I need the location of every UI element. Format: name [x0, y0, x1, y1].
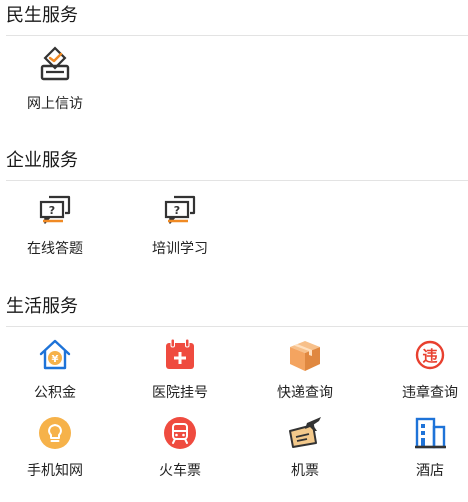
service-item-online-quiz[interactable]: ? 在线答题	[0, 191, 110, 259]
service-label: 网上信访	[27, 96, 83, 112]
service-item-violation-query[interactable]: 违 违章查询	[375, 335, 468, 403]
vote-box-icon	[35, 46, 75, 86]
section-divider	[6, 35, 468, 36]
section-title: 民生服务	[6, 5, 78, 26]
service-label: 违章查询	[402, 385, 458, 401]
service-label: 手机知网	[27, 463, 83, 479]
hotel-building-icon	[410, 413, 450, 453]
service-item-training[interactable]: ? 培训学习	[125, 191, 235, 259]
question-chat-icon: ?	[35, 191, 75, 231]
calendar-plus-icon	[160, 335, 200, 375]
plane-ticket-icon	[285, 413, 325, 453]
service-label: 快递查询	[277, 385, 333, 401]
question-mark-text: ?	[174, 204, 180, 217]
service-item-hotel[interactable]: 酒店	[375, 413, 468, 481]
service-item-hospital-registration[interactable]: 医院挂号	[125, 335, 235, 403]
train-icon	[160, 413, 200, 453]
section-divider	[6, 326, 468, 327]
service-label: 酒店	[416, 463, 444, 479]
service-item-express-query[interactable]: 快递查询	[250, 335, 360, 403]
service-label: 公积金	[34, 385, 76, 401]
service-label: 机票	[291, 463, 319, 479]
section-qiye: 企业服务 ? 在线答题 ? 培训学习	[0, 149, 468, 269]
house-fund-icon: ¥	[35, 335, 75, 375]
service-label: 培训学习	[152, 241, 208, 257]
service-label: 在线答题	[27, 241, 83, 257]
violation-char-text: 违	[422, 347, 437, 365]
service-item-housing-fund[interactable]: ¥ 公积金	[0, 335, 110, 403]
violation-stamp-icon: 违	[410, 335, 450, 375]
lightbulb-icon	[35, 413, 75, 453]
service-label: 医院挂号	[152, 385, 208, 401]
service-item-online-petition[interactable]: 网上信访	[0, 46, 110, 114]
section-title: 企业服务	[6, 150, 78, 171]
section-minsheng: 民生服务 网上信访	[0, 4, 468, 124]
service-item-train-ticket[interactable]: 火车票	[125, 413, 235, 481]
service-item-cnki-mobile[interactable]: 手机知网	[0, 413, 110, 481]
question-chat-icon: ?	[160, 191, 200, 231]
section-title: 生活服务	[6, 296, 78, 317]
parcel-box-icon	[285, 335, 325, 375]
section-divider	[6, 180, 468, 181]
question-mark-text: ?	[49, 204, 55, 217]
service-label: 火车票	[159, 463, 201, 479]
yuan-sign-text: ¥	[52, 354, 59, 365]
service-item-air-ticket[interactable]: 机票	[250, 413, 360, 481]
section-shenghuo: 生活服务 ¥ 公积金 医院挂号 快递查询 违 违章查询 手机知网 火车票 机票 …	[0, 295, 468, 502]
